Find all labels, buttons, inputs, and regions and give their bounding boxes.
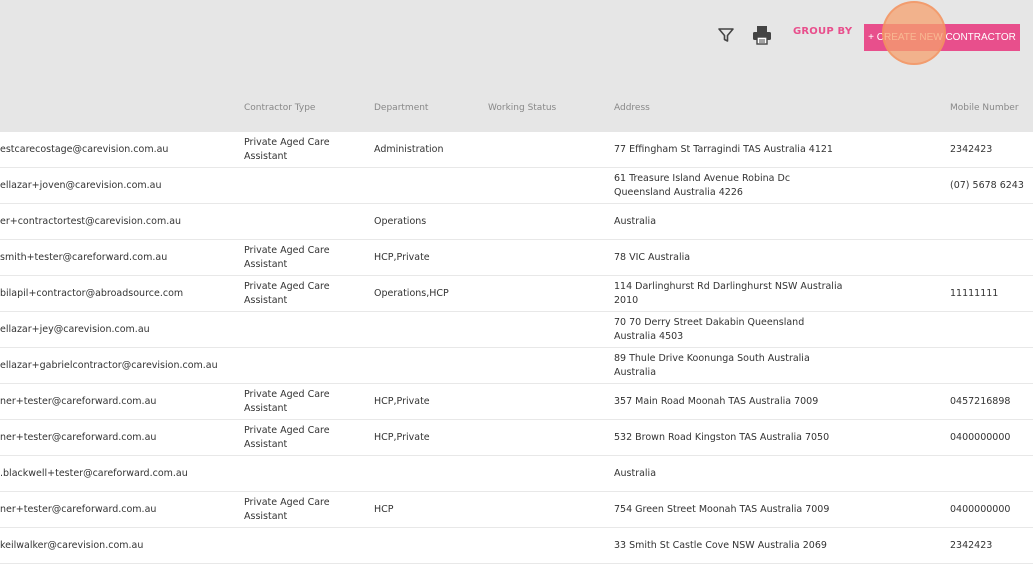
table-row[interactable]: ner+tester@careforward.com.au Private Ag…: [0, 420, 1033, 456]
mobile-cell: 2342423: [950, 540, 993, 551]
mobile-cell: [950, 312, 1033, 348]
email-cell: ellazar+joven@carevision.com.au: [0, 180, 162, 191]
email-cell: ner+tester@careforward.com.au: [0, 396, 157, 407]
mobile-cell: [950, 240, 1033, 276]
department-cell: [374, 456, 484, 492]
email-cell: ner+tester@careforward.com.au: [0, 432, 157, 443]
email-cell: ellazar+gabrielcontractor@carevision.com…: [0, 360, 218, 371]
contractor-type-cell: Private Aged Care Assistant: [244, 389, 330, 414]
table-row[interactable]: ellazar+gabrielcontractor@carevision.com…: [0, 348, 1033, 384]
contractor-type-cell: Private Aged Care Assistant: [244, 497, 330, 522]
address-cell: 61 Treasure Island Avenue Robina Dc Quee…: [614, 173, 791, 198]
contractor-type-cell: [244, 528, 354, 564]
email-cell: estcarecostage@carevision.com.au: [0, 144, 169, 155]
table-row[interactable]: estcarecostage@carevision.com.au Private…: [0, 132, 1033, 168]
email-cell: smith+tester@careforward.com.au: [0, 252, 168, 263]
email-cell: keilwalker@carevision.com.au: [0, 540, 144, 551]
address-cell: Australia: [614, 216, 657, 227]
contractor-type-cell: [244, 312, 354, 348]
email-cell: bilapil+contractor@abroadsource.com: [0, 288, 184, 299]
working-status-cell: [488, 492, 598, 528]
table-row[interactable]: smith+tester@careforward.com.au Private …: [0, 240, 1033, 276]
address-cell: 357 Main Road Moonah TAS Australia 7009: [614, 396, 819, 407]
email-cell: .blackwell+tester@careforward.com.au: [0, 468, 188, 479]
table-row[interactable]: keilwalker@carevision.com.au 33 Smith St…: [0, 528, 1033, 564]
filter-icon[interactable]: [715, 24, 737, 46]
toolbar: GROUP BY + CREATE NEW CONTRACTOR Contrac…: [0, 0, 1033, 132]
address-cell: 33 Smith St Castle Cove NSW Australia 20…: [614, 540, 827, 551]
table-row[interactable]: ellazar+joven@carevision.com.au 61 Treas…: [0, 168, 1033, 204]
mobile-cell: (07) 5678 6243: [950, 180, 1024, 191]
email-cell: er+contractortest@carevision.com.au: [0, 216, 182, 227]
working-status-cell: [488, 456, 598, 492]
department-cell: [374, 528, 484, 564]
contractor-type-cell: [244, 456, 354, 492]
working-status-cell: [488, 240, 598, 276]
mobile-cell: 0400000000: [950, 504, 1011, 515]
working-status-cell: [488, 132, 598, 168]
department-cell: Operations,HCP: [374, 288, 449, 299]
department-cell: [374, 348, 484, 384]
address-cell: 77 Effingham St Tarragindi TAS Australia…: [614, 144, 833, 155]
department-cell: Operations: [374, 216, 427, 227]
contractor-type-cell: [244, 348, 354, 384]
address-cell: 89 Thule Drive Koonunga South Australia …: [614, 353, 810, 378]
header-department[interactable]: Department: [374, 103, 428, 113]
header-contractor-type[interactable]: Contractor Type: [244, 103, 315, 113]
header-working-status[interactable]: Working Status: [488, 103, 556, 113]
address-cell: 78 VIC Australia: [614, 252, 691, 263]
working-status-cell: [488, 276, 598, 312]
email-cell: ner+tester@careforward.com.au: [0, 504, 157, 515]
contractor-type-cell: Private Aged Care Assistant: [244, 281, 330, 306]
mobile-cell: 11111111: [950, 288, 999, 299]
group-by-button[interactable]: GROUP BY: [793, 26, 852, 37]
working-status-cell: [488, 204, 598, 240]
department-cell: Administration: [374, 144, 444, 155]
address-cell: 754 Green Street Moonah TAS Australia 70…: [614, 504, 830, 515]
email-cell: ellazar+jey@carevision.com.au: [0, 324, 150, 335]
contractor-type-cell: [244, 204, 354, 240]
working-status-cell: [488, 420, 598, 456]
mobile-cell: [950, 348, 1033, 384]
department-cell: HCP,Private: [374, 432, 430, 443]
header-mobile-number[interactable]: Mobile Number: [950, 103, 1019, 113]
contractor-type-cell: Private Aged Care Assistant: [244, 137, 330, 162]
mobile-cell: 2342423: [950, 144, 993, 155]
table-row[interactable]: er+contractortest@carevision.com.au Oper…: [0, 204, 1033, 240]
working-status-cell: [488, 312, 598, 348]
mobile-cell: [950, 456, 1033, 492]
contractor-type-cell: [244, 168, 354, 204]
table-row[interactable]: bilapil+contractor@abroadsource.com Priv…: [0, 276, 1033, 312]
department-cell: HCP: [374, 504, 394, 515]
working-status-cell: [488, 384, 598, 420]
working-status-cell: [488, 168, 598, 204]
working-status-cell: [488, 348, 598, 384]
department-cell: HCP,Private: [374, 252, 430, 263]
department-cell: HCP,Private: [374, 396, 430, 407]
table-row[interactable]: ner+tester@careforward.com.au Private Ag…: [0, 492, 1033, 528]
address-cell: 532 Brown Road Kingston TAS Australia 70…: [614, 432, 830, 443]
create-new-contractor-button[interactable]: + CREATE NEW CONTRACTOR: [864, 24, 1020, 51]
address-cell: 70 70 Derry Street Dakabin Queensland Au…: [614, 317, 805, 342]
address-cell: 114 Darlinghurst Rd Darlinghurst NSW Aus…: [614, 281, 843, 306]
mobile-cell: [950, 204, 1033, 240]
contractor-table: estcarecostage@carevision.com.au Private…: [0, 132, 1033, 564]
table-row[interactable]: ellazar+jey@carevision.com.au 70 70 Derr…: [0, 312, 1033, 348]
address-cell: Australia: [614, 468, 657, 479]
table-row[interactable]: .blackwell+tester@careforward.com.au Aus…: [0, 456, 1033, 492]
department-cell: [374, 168, 484, 204]
mobile-cell: 0457216898: [950, 396, 1011, 407]
working-status-cell: [488, 528, 598, 564]
contractor-type-cell: Private Aged Care Assistant: [244, 245, 330, 270]
department-cell: [374, 312, 484, 348]
printer-icon[interactable]: [749, 22, 774, 48]
contractor-type-cell: Private Aged Care Assistant: [244, 425, 330, 450]
header-address[interactable]: Address: [614, 103, 650, 113]
table-row[interactable]: ner+tester@careforward.com.au Private Ag…: [0, 384, 1033, 420]
mobile-cell: 0400000000: [950, 432, 1011, 443]
